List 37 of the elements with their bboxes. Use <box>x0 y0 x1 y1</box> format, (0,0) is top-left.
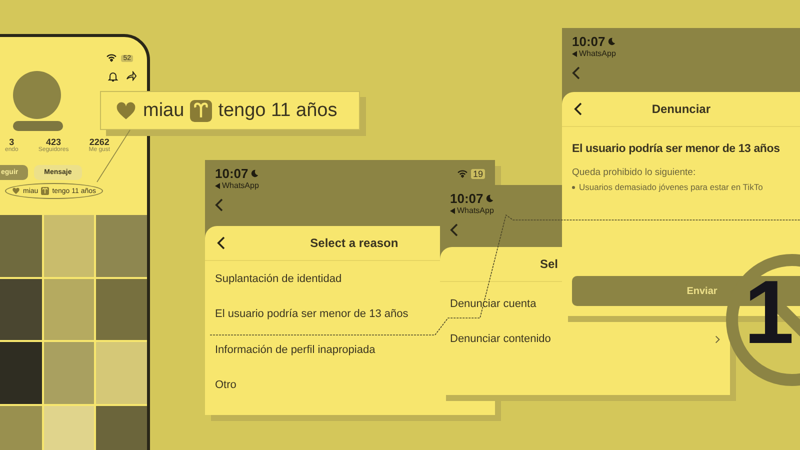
blurred-username <box>13 121 63 131</box>
share-icon[interactable] <box>126 71 137 81</box>
moon-icon <box>607 37 616 46</box>
status-time: 10:07 <box>572 34 616 49</box>
report-heading: El usuario podría ser menor de 13 años <box>571 142 781 157</box>
heart-icon <box>12 187 20 195</box>
stat-value: 3 <box>9 137 14 147</box>
report-subtitle: Queda prohibido lo siguiente: <box>571 166 697 180</box>
aries-sign-icon <box>190 100 212 122</box>
reason-option[interactable]: Denunciar contenido <box>440 322 730 357</box>
aries-sign-icon <box>41 187 50 195</box>
status-time: 10:07 <box>215 166 260 181</box>
report-bullet: Usuarios demasiado jóvenes para estar en TikTo <box>579 182 763 192</box>
callout-text: miau <box>143 100 184 122</box>
bell-icon[interactable] <box>108 71 118 82</box>
sheet-title: Sel <box>540 257 560 271</box>
chevron-right-icon <box>715 334 720 344</box>
back-to-app-link[interactable]: WhatsApp <box>215 181 259 190</box>
stat-value: 423 <box>46 137 62 147</box>
moon-icon <box>250 169 260 178</box>
back-triangle-icon <box>215 182 220 188</box>
stat-value: 2262 <box>89 137 110 147</box>
bullet-dot-icon <box>572 186 575 188</box>
wifi-icon <box>106 54 118 62</box>
moon-icon <box>485 194 494 203</box>
back-triangle-icon <box>450 208 455 214</box>
sheet-title: Denunciar <box>650 102 712 116</box>
avatar-placeholder <box>13 71 61 119</box>
back-to-app-link[interactable]: WhatsApp <box>572 49 616 58</box>
sheet-title: Select a reason <box>309 236 400 250</box>
status-time: 10:07 <box>450 191 494 206</box>
wifi-icon <box>456 170 468 178</box>
back-triangle-icon <box>572 50 577 56</box>
back-to-app-link[interactable]: WhatsApp <box>450 206 494 215</box>
battery-level: 19 <box>470 168 485 178</box>
heart-icon <box>115 100 137 122</box>
callout-text: tengo 11 años <box>218 100 338 122</box>
